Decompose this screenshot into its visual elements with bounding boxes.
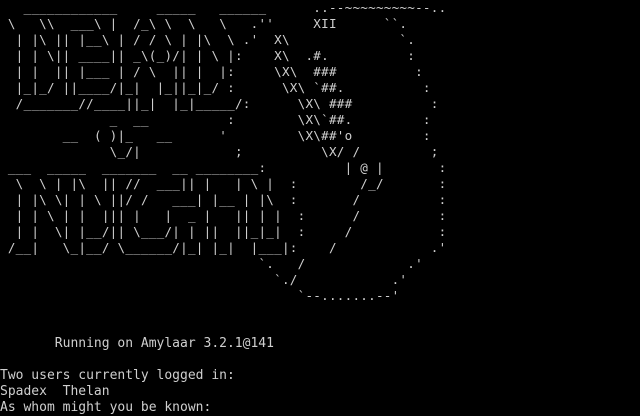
login-prompt: As whom might you be known: bbox=[0, 400, 212, 415]
status-line: Running on Amylaar 3.2.1@141 bbox=[0, 336, 274, 351]
ascii-art-banner: ____________ _____ ______ ..--~~~~~~~~~-… bbox=[7, 0, 447, 303]
login-prompt-line[interactable]: As whom might you be known: bbox=[0, 400, 214, 416]
terminal-screen: ____________ _____ ______ ..--~~~~~~~~~-… bbox=[0, 0, 640, 416]
user-list: Spadex Thelan bbox=[0, 384, 110, 400]
terminal-input[interactable] bbox=[211, 401, 214, 414]
users-header: Two users currently logged in: bbox=[0, 368, 235, 383]
user-name: Thelan bbox=[62, 384, 110, 399]
user-name: Spadex bbox=[0, 384, 47, 399]
